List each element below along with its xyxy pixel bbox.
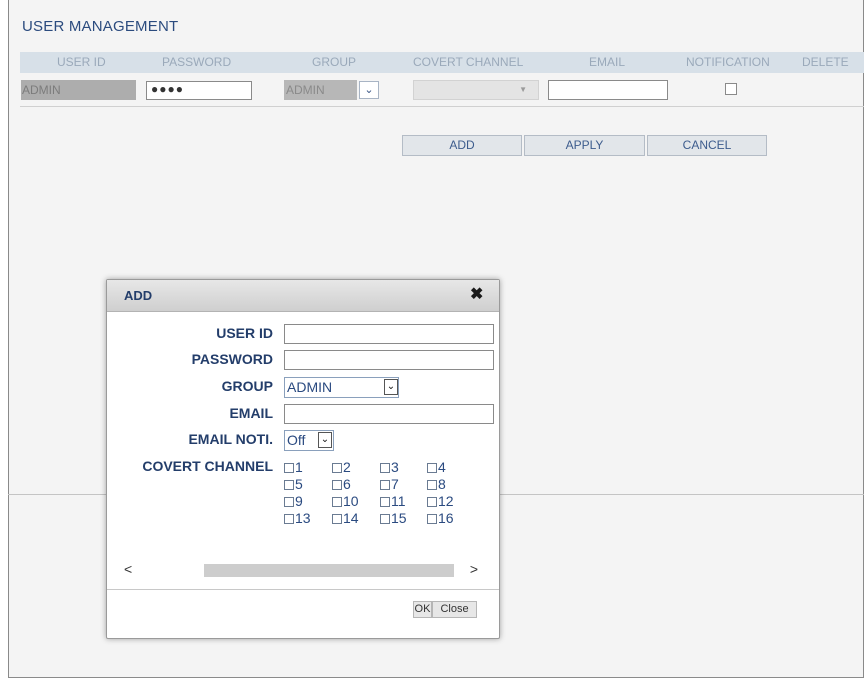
table-header: USER ID PASSWORD GROUP COVERT CHANNEL EM… (20, 52, 864, 73)
channel-checkbox-14[interactable]: 14 (332, 510, 359, 526)
email-field[interactable] (548, 80, 668, 100)
channel-checkbox-15[interactable]: 15 (380, 510, 407, 526)
channel-checkbox-11[interactable]: 11 (380, 493, 406, 509)
password-field[interactable]: ●●●● (146, 81, 252, 100)
covert-channel-select[interactable]: ▼ (413, 80, 539, 100)
dropdown-arrow-icon: ▼ (519, 85, 527, 94)
apply-button[interactable]: APPLY (524, 135, 645, 156)
channel-checkbox-1[interactable]: 1 (284, 459, 303, 475)
channel-checkbox-9[interactable]: 9 (284, 493, 303, 509)
channel-checkbox-3[interactable]: 3 (380, 459, 399, 475)
dialog-title: ADD (124, 288, 153, 303)
channel-checkbox-5[interactable]: 5 (284, 476, 303, 492)
channel-checkbox-2[interactable]: 2 (332, 459, 351, 475)
group-dropdown-value: ADMIN (287, 379, 333, 395)
header-delete: DELETE (802, 55, 849, 69)
dialog-header: ADD ✖ (107, 280, 499, 312)
add-user-dialog: ADD ✖ USER ID PASSWORD GROUP ADMIN ⌄ EMA… (106, 279, 500, 639)
email-noti-dropdown[interactable]: Off ⌄ (284, 430, 334, 451)
email-input[interactable] (284, 404, 494, 424)
covert-channel-label: COVERT CHANNEL (142, 458, 273, 474)
cancel-button[interactable]: CANCEL (647, 135, 767, 156)
chevron-down-icon: ⌄ (384, 379, 398, 395)
horizontal-scrollbar[interactable]: < > (118, 561, 488, 579)
header-password: PASSWORD (162, 55, 232, 69)
scroll-left-icon[interactable]: < (124, 561, 132, 577)
page-title: USER MANAGEMENT (22, 18, 179, 35)
email-label: EMAIL (229, 405, 273, 421)
header-covert-channel: COVERT CHANNEL (413, 55, 524, 69)
scrollbar-thumb[interactable] (204, 564, 454, 577)
group-dropdown[interactable]: ADMIN ⌄ (284, 377, 399, 398)
user-id-field: ADMIN (21, 80, 136, 100)
header-group: GROUP (312, 55, 357, 69)
group-label: GROUP (221, 378, 273, 394)
channel-checkbox-4[interactable]: 4 (427, 459, 446, 475)
channel-checkbox-10[interactable]: 10 (332, 493, 359, 509)
group-select: ADMIN (284, 80, 357, 100)
chevron-down-icon: ⌄ (318, 432, 332, 448)
row-divider (20, 106, 864, 107)
dialog-divider (107, 589, 499, 590)
header-user-id: USER ID (57, 55, 106, 69)
close-button[interactable]: Close (432, 601, 477, 618)
password-input[interactable] (284, 350, 494, 370)
channel-checkbox-12[interactable]: 12 (427, 493, 454, 509)
channel-checkbox-7[interactable]: 7 (380, 476, 399, 492)
header-email: EMAIL (589, 55, 626, 69)
chevron-down-icon[interactable]: ⌄ (359, 81, 379, 99)
email-noti-label: EMAIL NOTI. (188, 431, 273, 447)
channel-checkbox-16[interactable]: 16 (427, 510, 454, 526)
close-icon[interactable]: ✖ (470, 286, 483, 304)
header-notification: NOTIFICATION (686, 55, 770, 69)
user-id-label: USER ID (216, 325, 273, 341)
scroll-right-icon[interactable]: > (470, 561, 478, 577)
ok-button[interactable]: OK (413, 601, 432, 618)
password-label: PASSWORD (191, 351, 273, 367)
channel-checkbox-13[interactable]: 13 (284, 510, 311, 526)
notification-checkbox[interactable] (725, 83, 737, 95)
channel-checkbox-6[interactable]: 6 (332, 476, 351, 492)
channel-checkbox-8[interactable]: 8 (427, 476, 446, 492)
user-id-input[interactable] (284, 324, 494, 344)
email-noti-value: Off (287, 432, 306, 448)
add-button[interactable]: ADD (402, 135, 522, 156)
